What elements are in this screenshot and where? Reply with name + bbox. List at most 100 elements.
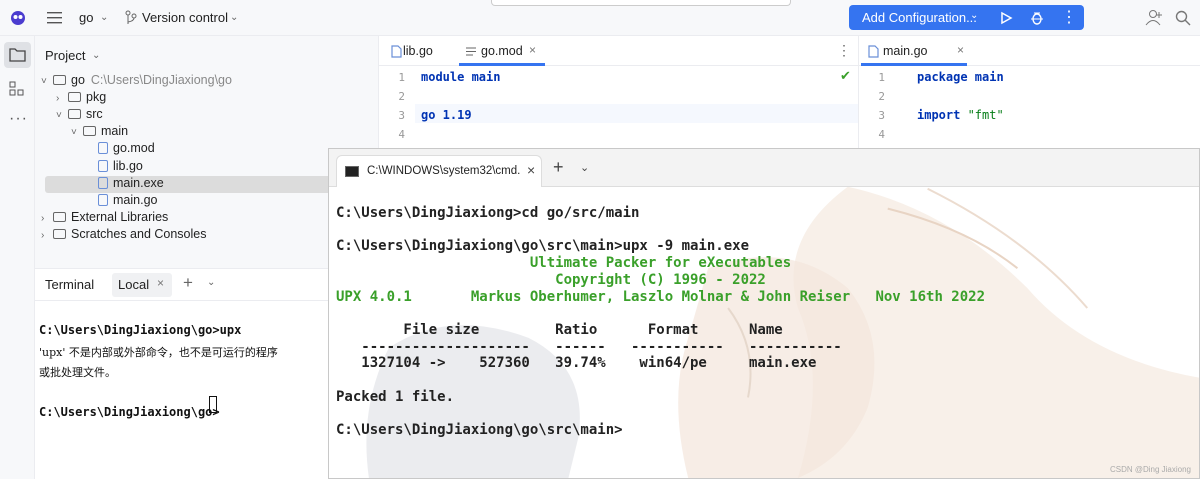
library-icon bbox=[53, 211, 66, 222]
project-panel: Project ⌄ ˅ go C:\Users\DingJiaxiong\go › pk… bbox=[35, 36, 378, 268]
cmd-line: C:\Users\DingJiaxiong>cd go/src/main bbox=[336, 205, 640, 221]
code-keyword: package bbox=[917, 70, 968, 84]
cmd-tab[interactable]: C:\WINDOWS\system32\cmd. × bbox=[336, 155, 542, 187]
title-bar: go ⌄ Version control ⌄ Add Configuration… bbox=[0, 0, 1200, 36]
folder-icon bbox=[9, 48, 26, 62]
chevron-down-icon[interactable]: ˅ bbox=[56, 110, 68, 121]
tree-item-label: Scratches and Consoles bbox=[71, 226, 207, 241]
cmd-tab-title: C:\WINDOWS\system32\cmd. bbox=[367, 165, 521, 177]
line-number: 1 bbox=[878, 71, 885, 84]
tree-item[interactable]: ˅ go C:\Users\DingJiaxiong\go bbox=[41, 73, 232, 90]
code-text: main bbox=[967, 70, 1004, 84]
search-popup-edge bbox=[491, 0, 791, 6]
terminal-panel: Terminal Local × + ⌄ C:\Users\DingJiaxio… bbox=[35, 268, 328, 479]
chevron-down-icon[interactable]: ⌄ bbox=[970, 10, 978, 21]
structure-icon[interactable] bbox=[9, 81, 25, 97]
editor-tab-bar: lib.go go.mod × ⋮ bbox=[379, 36, 858, 66]
line-number: 2 bbox=[398, 90, 405, 103]
cmd-line: Packed 1 file. bbox=[336, 388, 455, 405]
folder-icon bbox=[83, 126, 96, 137]
tree-item-label: go bbox=[71, 73, 85, 87]
chevron-down-icon[interactable]: ⌄ bbox=[580, 161, 589, 174]
more-tools-icon[interactable]: ··· bbox=[9, 110, 28, 128]
run-config-selector[interactable]: Add Configuration... bbox=[862, 10, 977, 25]
line-number: 4 bbox=[878, 128, 885, 141]
add-user-icon[interactable] bbox=[1145, 8, 1163, 26]
chevron-down-icon[interactable]: ⌄ bbox=[92, 50, 100, 61]
tab-lib-go[interactable]: lib.go bbox=[403, 44, 433, 58]
library-icon bbox=[53, 228, 66, 239]
new-tab-icon[interactable]: + bbox=[553, 157, 564, 178]
chevron-down-icon[interactable]: ˅ bbox=[71, 127, 83, 138]
more-actions-icon[interactable]: ⋮ bbox=[1061, 7, 1077, 27]
chevron-right-icon[interactable]: › bbox=[41, 213, 53, 224]
tree-item[interactable]: › Scratches and Consoles bbox=[41, 227, 207, 244]
line-number: 2 bbox=[878, 90, 885, 103]
cmd-line: UPX 4.0.1 Markus Oberhumer, Laszlo Molna… bbox=[336, 288, 986, 305]
vcs-menu[interactable]: Version control bbox=[142, 10, 228, 25]
line-number: 1 bbox=[398, 71, 405, 84]
tree-item[interactable]: ˅ main bbox=[71, 124, 128, 141]
chevron-down-icon[interactable]: ⌄ bbox=[207, 277, 215, 288]
code-text: 1.19 bbox=[435, 108, 472, 122]
tree-item-path: C:\Users\DingJiaxiong\go bbox=[90, 73, 232, 87]
tree-item[interactable]: › pkg bbox=[56, 90, 106, 107]
code-keyword: import bbox=[917, 108, 961, 122]
tree-item-label: go.mod bbox=[113, 141, 155, 156]
code-line: module main bbox=[421, 70, 500, 84]
editor-tab-bar: main.go × bbox=[859, 36, 1200, 66]
close-icon[interactable]: × bbox=[527, 162, 535, 178]
file-icon bbox=[98, 176, 108, 189]
folder-icon bbox=[53, 75, 66, 85]
project-panel-title[interactable]: Project bbox=[45, 48, 85, 63]
terminal-line: C:\Users\DingJiaxiong\go>upx bbox=[39, 323, 242, 337]
cmd-line: C:\Users\DingJiaxiong\go\src\main>upx -9… bbox=[336, 238, 750, 255]
watermark: CSDN @Ding Jiaxiong bbox=[1109, 465, 1191, 474]
run-icon[interactable] bbox=[999, 11, 1013, 25]
file-icon bbox=[98, 193, 108, 206]
close-icon[interactable]: × bbox=[157, 276, 164, 290]
tab-go-mod[interactable]: go.mod bbox=[481, 44, 523, 58]
code-keyword: go bbox=[421, 108, 436, 122]
tree-item[interactable]: › External Libraries bbox=[41, 210, 168, 227]
chevron-down-icon[interactable]: ⌄ bbox=[230, 12, 238, 23]
tree-item-label: pkg bbox=[86, 90, 107, 105]
add-tab-icon[interactable]: + bbox=[183, 273, 193, 293]
line-number: 4 bbox=[398, 128, 405, 141]
code-text: main bbox=[464, 70, 501, 84]
terminal-line: 或批处理文件。 bbox=[39, 366, 116, 379]
more-options-icon[interactable]: ⋮ bbox=[837, 42, 851, 59]
code-text: "fmt" bbox=[960, 108, 1004, 122]
cmd-line: Ultimate Packer for eXecutables bbox=[336, 255, 792, 272]
tool-window-strip: ··· bbox=[0, 36, 35, 479]
tree-item[interactable]: main.go bbox=[86, 193, 157, 210]
tree-item-label: lib.go bbox=[113, 158, 143, 173]
code-keyword: module bbox=[421, 70, 465, 84]
search-icon[interactable] bbox=[1175, 10, 1191, 26]
debug-icon[interactable] bbox=[1029, 10, 1045, 26]
tab-main-go[interactable]: main.go bbox=[883, 44, 927, 58]
run-config-bar: Add Configuration... ⌄ ⋮ bbox=[849, 5, 1084, 30]
close-icon[interactable]: × bbox=[529, 43, 536, 57]
cmd-line: -------------------- ------ ----------- … bbox=[336, 338, 842, 355]
code-line: import "fmt" bbox=[917, 108, 1004, 122]
close-icon[interactable]: × bbox=[957, 43, 964, 57]
editor-go-mod: lib.go go.mod × ⋮ ✔ 1 module main 2 3 go 1.1… bbox=[378, 36, 859, 148]
chevron-down-icon[interactable]: ˅ bbox=[41, 76, 53, 87]
tree-item[interactable]: main.exe bbox=[86, 176, 164, 193]
app-logo-icon[interactable] bbox=[9, 9, 27, 27]
code-line: package main bbox=[917, 70, 1004, 84]
project-selector[interactable]: go bbox=[79, 10, 93, 25]
main-menu-icon[interactable] bbox=[47, 11, 63, 25]
chevron-right-icon[interactable]: › bbox=[56, 93, 68, 104]
terminal-tab-local[interactable]: Local × bbox=[112, 273, 172, 297]
go-file-icon bbox=[868, 45, 879, 58]
tree-item-label: main.exe bbox=[113, 175, 164, 190]
tree-item[interactable]: lib.go bbox=[86, 159, 143, 176]
terminal-header: Terminal Local × + ⌄ bbox=[35, 269, 328, 301]
chevron-right-icon[interactable]: › bbox=[41, 230, 53, 241]
active-tab-indicator bbox=[861, 63, 967, 66]
chevron-down-icon[interactable]: ⌄ bbox=[100, 12, 108, 23]
tree-item[interactable]: go.mod bbox=[86, 141, 155, 158]
tree-item[interactable]: ˅ src bbox=[56, 107, 103, 124]
